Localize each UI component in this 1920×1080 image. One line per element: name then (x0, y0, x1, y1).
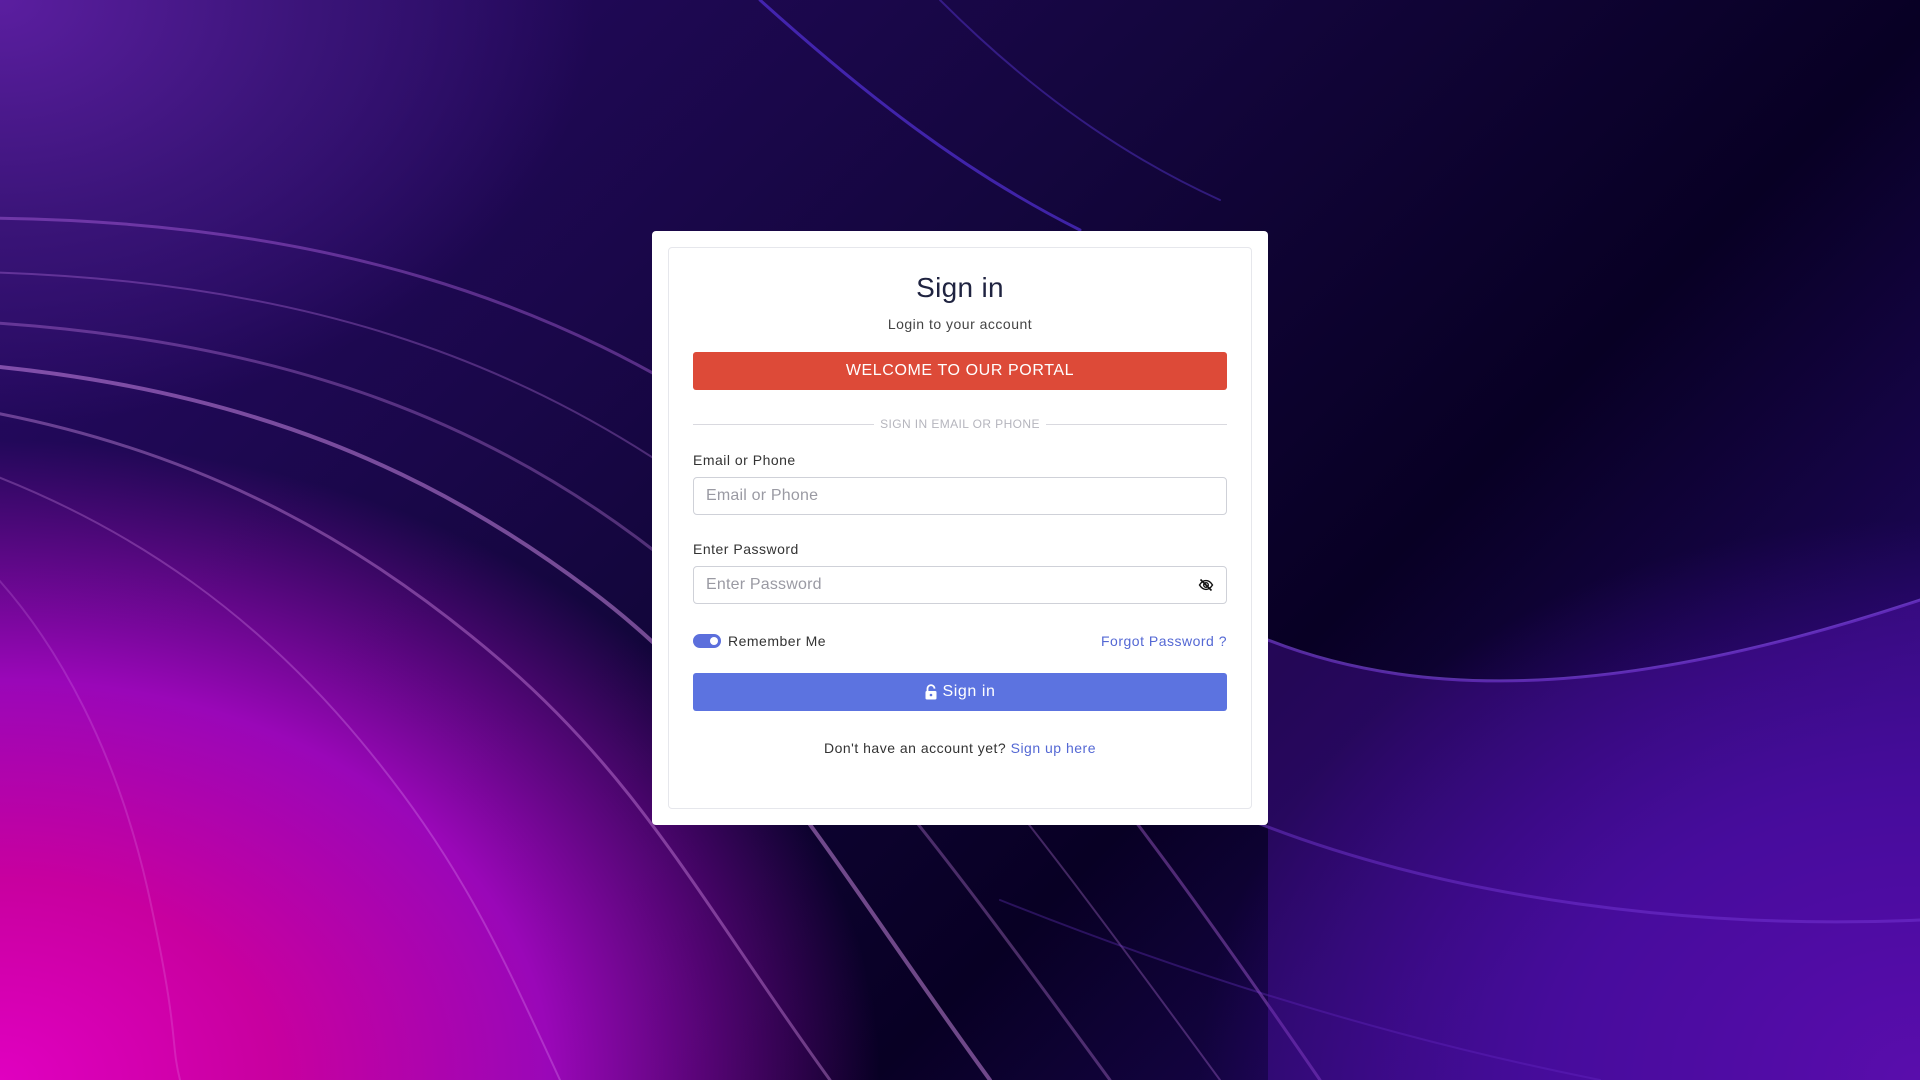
email-field[interactable]: Email or Phone (693, 477, 1227, 515)
sign-in-button[interactable]: Sign in (693, 673, 1227, 711)
eye-slash-icon[interactable] (1198, 577, 1214, 593)
divider-line-right (1045, 423, 1227, 425)
section-divider: SIGN IN EMAIL OR PHONE (693, 417, 1227, 431)
options-row: Remember Me Forgot Password ? (693, 631, 1227, 651)
divider-line-left (693, 423, 875, 425)
remember-me[interactable]: Remember Me (693, 633, 826, 649)
divider-label: SIGN IN EMAIL OR PHONE (880, 417, 1040, 431)
toggle-knob (710, 637, 718, 645)
page-title: Sign in (916, 272, 1004, 303)
remember-me-label: Remember Me (728, 633, 827, 649)
welcome-banner: WELCOME TO OUR PORTAL (693, 352, 1227, 390)
login-card: Sign in Login to your account WELCOME TO… (652, 231, 1268, 825)
forgot-password-link[interactable]: Forgot Password ? (1101, 633, 1227, 649)
password-placeholder: Enter Password (706, 576, 822, 593)
welcome-banner-text: WELCOME TO OUR PORTAL (845, 362, 1075, 379)
remember-me-toggle[interactable] (693, 634, 721, 648)
email-placeholder: Email or Phone (706, 487, 819, 504)
lock-icon (925, 684, 937, 700)
page-subtitle: Login to your account (887, 316, 1033, 332)
login-card-inner: Sign in Login to your account WELCOME TO… (668, 247, 1252, 809)
sign-in-button-label: Sign in (942, 683, 996, 700)
password-label: Enter Password (693, 541, 799, 557)
signup-prompt: Don't have an account yet? Sign up here (693, 740, 1227, 756)
password-field[interactable]: Enter Password (693, 566, 1227, 604)
sign-up-link[interactable]: Sign up here (1011, 740, 1096, 756)
signup-prompt-text: Don't have an account yet? (823, 740, 1007, 756)
email-label: Email or Phone (693, 452, 796, 468)
